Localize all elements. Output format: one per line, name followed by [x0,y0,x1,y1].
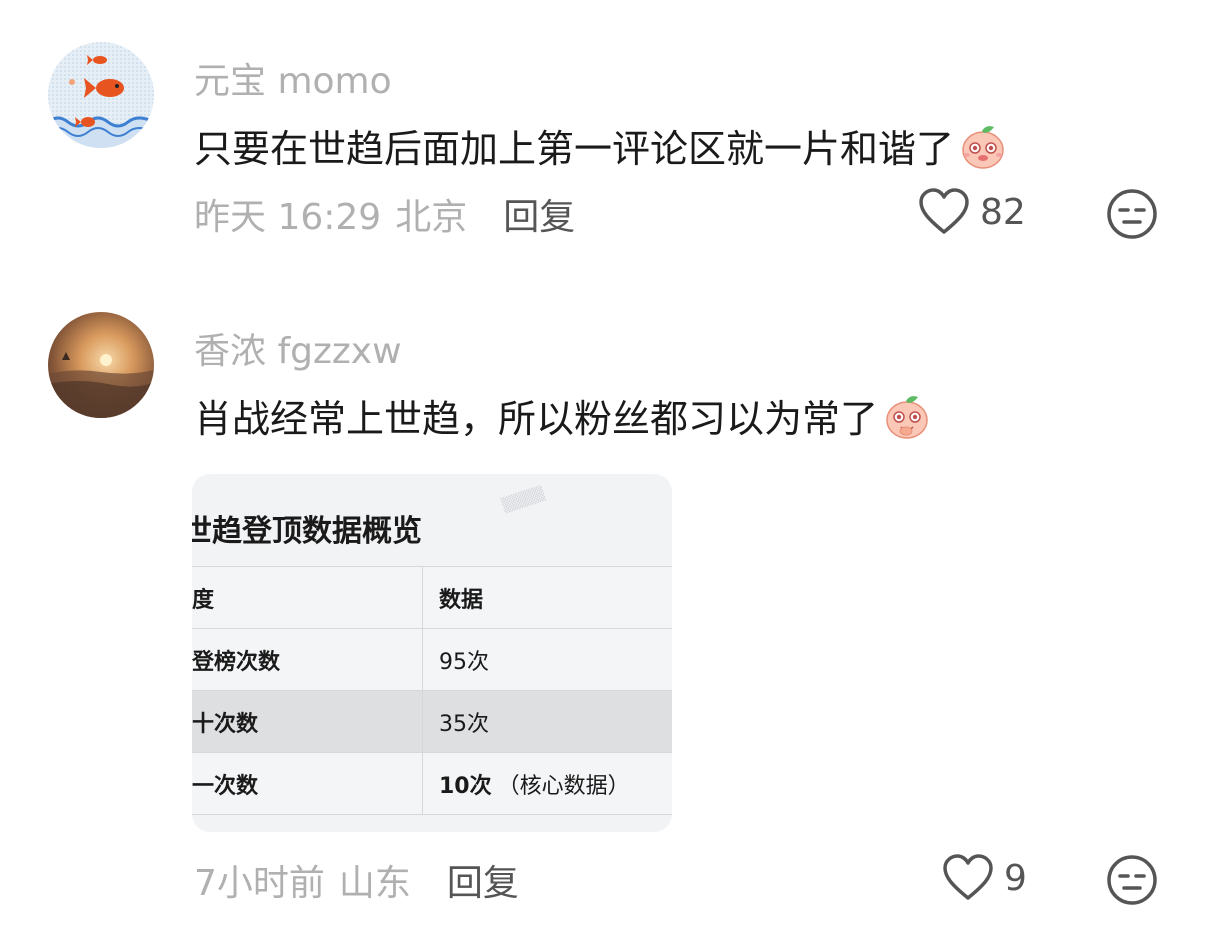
meh-face-icon[interactable] [1106,854,1158,906]
username[interactable]: 元宝 momo [194,52,392,104]
comment-item: 元宝 momo 只要在世趋后面加上第一评论区就一片和谐了 昨天 16:29 北京… [0,0,1206,270]
like-count: 9 [1004,857,1027,899]
username[interactable]: 香浓 fgzzxw [194,322,402,374]
comment-item: 香浓 fgzzxw 肖战经常上世趋，所以粉丝都习以为常了 世趋登顶数据概览 ▒▒… [0,270,1206,945]
meh-face-icon[interactable] [1106,188,1158,240]
peach-emoji-icon [962,125,1004,169]
comment-body: 肖战经常上世趋，所以粉丝都习以为常了 [194,388,932,443]
table-row: 十次数 35次 [192,691,672,753]
heart-icon [919,188,969,234]
peach-emoji-icon [886,395,928,439]
like-button[interactable]: 9 [942,854,1027,902]
comment-text: 肖战经常上世趋，所以粉丝都习以为常了 [194,397,879,441]
table-cell-label: 一次数 [192,753,423,814]
like-button[interactable]: 82 [918,188,1026,236]
table-cell-value: 95次 [439,649,489,675]
table-header-row: 度 数据 [192,567,672,629]
table-cell-value-group: 10次 （核心数据） [423,753,672,814]
data-table: 度 数据 登榜次数 95次 十次数 35次 一次数 10次 （核心数据） [192,566,672,815]
comment-meta: 7小时前 山东 回复 [194,854,519,906]
table-cell-label: 十次数 [192,691,423,752]
table-header-cell: 度 [192,567,423,628]
user-avatar[interactable] [48,312,154,418]
comment-time: 昨天 16:29 [194,197,382,238]
reply-button[interactable]: 回复 [447,854,519,906]
table-header-cell: 数据 [439,587,484,613]
heart-icon [943,854,993,900]
goldfish-avatar-icon [48,42,154,148]
table-cell-label: 登榜次数 [192,629,423,690]
table-cell-note: （核心数据） [497,773,630,799]
table-row: 一次数 10次 （核心数据） [192,753,672,815]
table-row: 登榜次数 95次 [192,629,672,691]
comment-text: 只要在世趋后面加上第一评论区就一片和谐了 [194,127,955,171]
watermark: ▒▒▒▒ [500,485,547,515]
comment-location: 山东 [338,863,411,904]
comment-time: 7小时前 [194,863,325,904]
attached-image[interactable]: 世趋登顶数据概览 ▒▒▒▒ ▒▒▒▒ 度 数据 登榜次数 95次 十次数 35次… [192,474,672,832]
reply-button[interactable]: 回复 [503,188,575,240]
table-title: 世趋登顶数据概览 [192,514,422,549]
comment-body: 只要在世趋后面加上第一评论区就一片和谐了 [194,118,1008,173]
comment-meta: 昨天 16:29 北京 回复 [194,188,575,240]
user-avatar[interactable] [48,42,154,148]
comment-location: 北京 [395,197,468,238]
like-count: 82 [980,191,1026,233]
sunset-avatar-icon [48,312,154,418]
table-cell-value: 35次 [439,711,489,737]
table-cell-value: 10次 [439,773,492,799]
